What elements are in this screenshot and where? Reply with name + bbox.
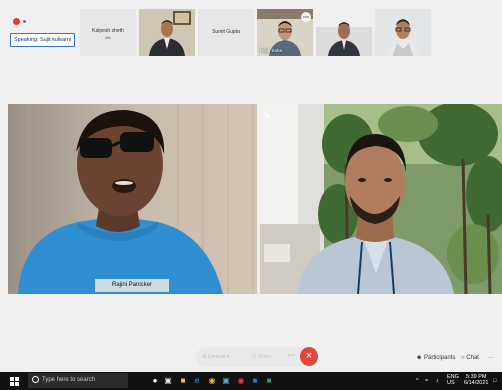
pin-icon[interactable]: ✎ (263, 111, 273, 121)
thumbnail-kalpesh[interactable]: Kalpesh sheth Me (80, 9, 136, 56)
main-video-tile-left[interactable]: Rajini Panicker (8, 104, 257, 294)
thumbnail-sumit[interactable]: Sumit Gupta (198, 9, 254, 56)
more-options-button[interactable]: ··· (282, 347, 300, 367)
task-view-icon[interactable]: ▣ (163, 376, 173, 386)
language-indicator[interactable]: ENG US (447, 374, 459, 386)
os-taskbar: Type here to search ● ▣ ■ e ◉ ▣ ◉ ■ ■ ^ … (0, 372, 502, 390)
thumbnail-name: Kalpesh sheth (92, 28, 124, 34)
record-icon (13, 18, 20, 25)
notification-icon[interactable]: □ (493, 378, 496, 384)
edge-icon[interactable]: e (192, 376, 202, 386)
thumbnail-rajib[interactable]: Rajib Saha (257, 9, 313, 56)
folder-icon[interactable]: ■ (178, 376, 188, 386)
record-indicator-dot (23, 20, 26, 23)
tray-chevron-icon[interactable]: ^ (416, 378, 419, 384)
participant-name-tag: Rajini Panicker (95, 279, 169, 292)
volume-icon[interactable]: ♪ (436, 378, 439, 384)
mic-off-icon: ⚙ (202, 354, 207, 360)
chat-icon: ○ (461, 355, 465, 361)
thumbnail-name: Rajib Saha (260, 48, 283, 53)
outlook-icon[interactable]: ■ (250, 376, 260, 386)
share-icon: ↺ (252, 354, 257, 360)
meeting-controls: ⚙ Unmute ▾ ↺ Share ··· × ☻ Participants … (0, 340, 502, 372)
participant-video (8, 104, 257, 294)
thumbnail-name: Sumit Gupta (212, 29, 240, 35)
store-icon[interactable]: ▣ (221, 376, 231, 386)
top-strip: Speaking: Sujit kulkarni Kalpesh sheth M… (0, 0, 502, 62)
search-icon (32, 376, 39, 383)
participants-icon: ☻ (416, 355, 423, 361)
network-icon[interactable]: ≈ (425, 378, 428, 384)
thumbnail-self-tag: Me (105, 35, 111, 40)
participant-video (258, 104, 502, 294)
chevron-down-icon: ▾ (226, 354, 230, 360)
active-speaker-label: Speaking: Sujit kulkarni (10, 33, 76, 47)
unmute-button[interactable]: ⚙ Unmute ▾ (202, 347, 229, 367)
chrome-icon[interactable]: ◉ (207, 376, 217, 386)
participant-video (316, 9, 372, 56)
thumbnail-video-1[interactable] (139, 9, 195, 56)
thumbnail-video-5[interactable] (375, 9, 431, 56)
share-button[interactable]: ↺ Share (252, 347, 271, 367)
clock[interactable]: 5:39 PM 6/14/2021 (464, 374, 488, 386)
thumbnail-video-4[interactable] (316, 9, 372, 56)
participant-video (139, 9, 195, 56)
main-video-tile-right[interactable]: ✎ (258, 104, 502, 294)
overflow-menu-button[interactable]: ··· (488, 352, 494, 364)
chat-button[interactable]: ○ Chat (461, 352, 479, 364)
participants-button[interactable]: ☻ Participants (416, 352, 455, 364)
webex-icon[interactable]: ◉ (236, 376, 246, 386)
participant-video (375, 9, 431, 56)
taskbar-search-placeholder: Type here to search (42, 377, 96, 383)
windows-icon[interactable] (10, 377, 19, 386)
excel-icon[interactable]: ■ (264, 376, 274, 386)
microphone-icon[interactable]: ● (150, 376, 160, 386)
leave-meeting-button[interactable]: × (300, 347, 318, 366)
